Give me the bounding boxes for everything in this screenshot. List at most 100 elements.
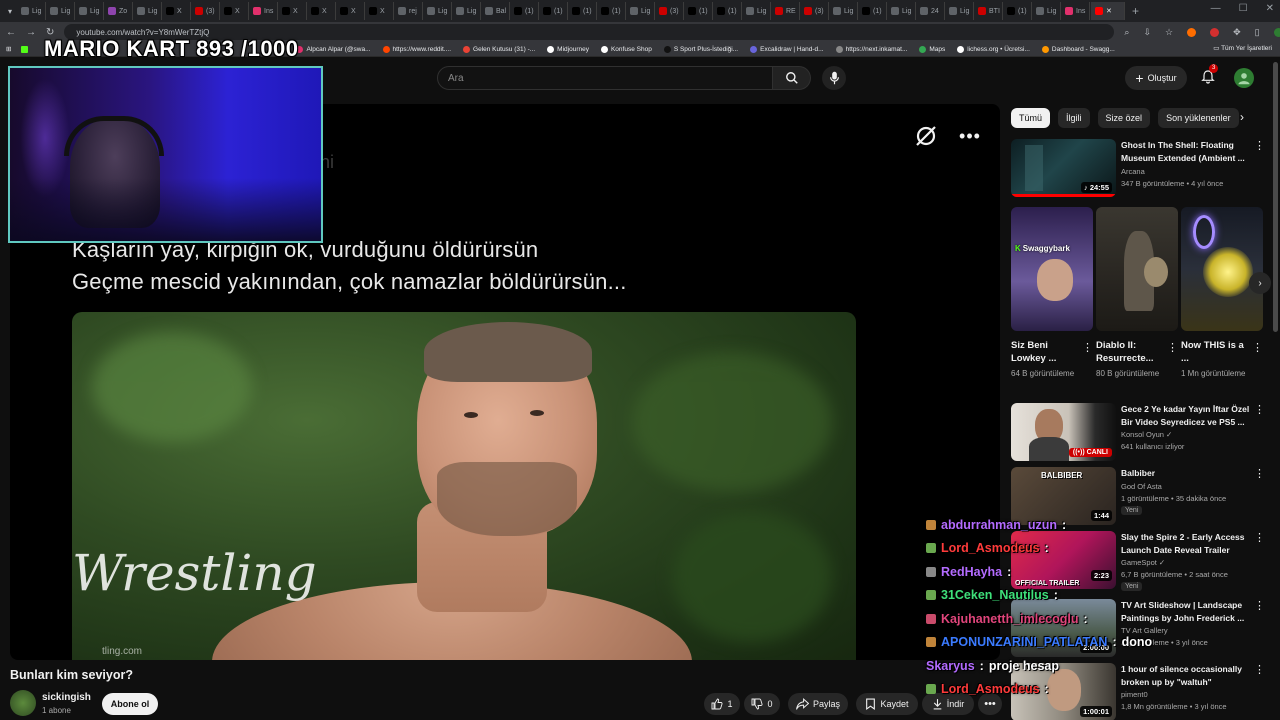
browser-tab[interactable]: rej xyxy=(394,2,423,20)
new-tab-button[interactable]: + xyxy=(1126,4,1145,18)
browser-tab[interactable]: Lig xyxy=(452,2,481,20)
browser-tab[interactable]: Zo xyxy=(104,2,133,20)
browser-tab[interactable]: Lig xyxy=(742,2,771,20)
extensions-puzzle-icon[interactable]: ✥ xyxy=(1233,27,1241,38)
video-title[interactable]: Ghost In The Shell: Floating Museum Exte… xyxy=(1121,139,1256,164)
more-options-icon[interactable]: ••• xyxy=(956,122,984,150)
extension-icon[interactable] xyxy=(1210,27,1220,37)
hide-icon[interactable] xyxy=(912,122,940,150)
browser-tab[interactable]: 24 xyxy=(916,2,945,20)
bookmark-item[interactable]: Konfuse Shop xyxy=(600,45,652,53)
tab-search-icon[interactable]: ▾ xyxy=(4,7,16,16)
short-title[interactable]: Now THIS is a ... xyxy=(1181,339,1247,365)
minimize-icon[interactable]: — xyxy=(1211,3,1221,14)
more-options-icon[interactable]: ⋮ xyxy=(1252,341,1263,354)
extension-icon[interactable] xyxy=(1187,27,1197,37)
browser-tab[interactable]: Lig xyxy=(626,2,655,20)
account-avatar[interactable] xyxy=(1234,68,1254,88)
browser-tab[interactable]: (1) xyxy=(684,2,713,20)
more-options-icon[interactable]: ⋮ xyxy=(1082,341,1093,354)
more-options-icon[interactable]: ⋮ xyxy=(1254,531,1265,544)
browser-tab[interactable]: (1) xyxy=(858,2,887,20)
dislike-button[interactable]: 0 xyxy=(744,693,780,715)
short-title[interactable]: Siz Beni Lowkey ... xyxy=(1011,339,1077,365)
bookmark-item[interactable]: Maps xyxy=(919,45,945,53)
bookmark-item[interactable]: Alpcan Alpar (@swa... xyxy=(296,45,371,53)
recommended-video[interactable]: ♪ 24:55 Ghost In The Shell: Floating Mus… xyxy=(1011,139,1271,201)
short-card[interactable]: Now THIS is a ... 1 Mn görüntüleme ⋮ xyxy=(1181,207,1263,380)
maximize-icon[interactable]: ☐ xyxy=(1239,3,1248,14)
bookmark-item[interactable]: S Sport Plus-İstediği... xyxy=(663,45,738,53)
browser-tab[interactable]: Lig xyxy=(46,2,75,20)
chip-all[interactable]: Tümü xyxy=(1011,108,1051,128)
short-card[interactable]: Diablo II: Resurrecte... 80 B görüntülem… xyxy=(1096,207,1178,380)
bookmark-star-icon[interactable]: ☆ xyxy=(1165,27,1173,38)
short-card[interactable]: K Swaggybark Siz Beni Lowkey ... 64 B gör… xyxy=(1011,207,1093,380)
browser-tab[interactable]: X xyxy=(220,2,249,20)
video-thumbnail[interactable]: ((•)) CANLI xyxy=(1011,403,1116,461)
browser-tab[interactable]: X xyxy=(336,2,365,20)
bookmark-item[interactable]: Dashboard - Swagg... xyxy=(1041,45,1115,53)
browser-tab[interactable]: X xyxy=(307,2,336,20)
browser-tab[interactable]: Lig xyxy=(75,2,104,20)
back-icon[interactable]: ← xyxy=(6,27,16,38)
browser-tab[interactable]: (3) xyxy=(655,2,684,20)
bookmark-item[interactable]: lichess.org • Ücretsi... xyxy=(957,45,1030,53)
search-input[interactable]: Ara xyxy=(437,66,773,90)
page-scrollbar[interactable] xyxy=(1273,62,1278,332)
chip-for-you[interactable]: Size özel xyxy=(1097,108,1151,128)
all-bookmarks[interactable]: ▭ Tüm Yer İşaretleri xyxy=(1213,44,1272,52)
browser-tab[interactable]: (3) xyxy=(191,2,220,20)
bookmark-item[interactable]: https://next.inkamat... xyxy=(835,45,907,53)
profile-icon[interactable] xyxy=(1273,27,1280,37)
more-options-icon[interactable]: ⋮ xyxy=(1167,341,1178,354)
more-options-icon[interactable]: ⋮ xyxy=(1254,663,1265,676)
zoom-icon[interactable]: ⌕ xyxy=(1124,27,1129,38)
channel-avatar[interactable] xyxy=(10,690,36,716)
subscribe-button[interactable]: Abone ol xyxy=(102,693,158,715)
apps-icon[interactable]: ⊞ xyxy=(6,45,11,53)
browser-tab[interactable]: X xyxy=(278,2,307,20)
browser-tab[interactable]: (1) xyxy=(713,2,742,20)
channel-name[interactable]: sickingish xyxy=(42,692,91,703)
browser-tab[interactable]: Lig xyxy=(423,2,452,20)
browser-tab[interactable]: (1) xyxy=(1003,2,1032,20)
save-button[interactable]: Kaydet xyxy=(856,693,918,715)
short-thumbnail[interactable]: K Swaggybark xyxy=(1011,207,1093,331)
browser-tab[interactable]: BTI xyxy=(974,2,1003,20)
search-button[interactable] xyxy=(773,66,811,90)
browser-tab[interactable]: X xyxy=(365,2,394,20)
video-title[interactable]: Balbiber xyxy=(1121,467,1256,480)
browser-tab[interactable]: Lig xyxy=(1032,2,1061,20)
forward-icon[interactable]: → xyxy=(26,27,36,38)
channel-name[interactable]: Konsol Oyun ✓ xyxy=(1121,430,1172,439)
chip-related[interactable]: İlgili xyxy=(1058,108,1090,128)
more-options-icon[interactable]: ⋮ xyxy=(1254,403,1265,416)
share-button[interactable]: Paylaş xyxy=(788,693,848,715)
browser-tab[interactable]: Lig xyxy=(945,2,974,20)
short-thumbnail[interactable] xyxy=(1181,207,1263,331)
video-title[interactable]: Gece 2 Ye kadar Yayın İftar Özel Bir Vid… xyxy=(1121,403,1256,428)
video-thumbnail[interactable]: ♪ 24:55 xyxy=(1011,139,1116,197)
bookmark-item[interactable]: Excalidraw | Hand-d... xyxy=(750,45,824,53)
browser-tab-active[interactable]: ✕ xyxy=(1091,2,1125,20)
more-options-icon[interactable]: ⋮ xyxy=(1254,467,1265,480)
bookmark-kick[interactable] xyxy=(21,45,29,53)
channel-name[interactable]: Arcana xyxy=(1121,167,1145,176)
like-button[interactable]: 1 xyxy=(704,693,740,715)
browser-tab[interactable]: (3) xyxy=(800,2,829,20)
short-thumbnail[interactable] xyxy=(1096,207,1178,331)
browser-tab[interactable]: RE xyxy=(771,2,800,20)
browser-tab[interactable]: Ins xyxy=(249,2,278,20)
browser-tab[interactable]: (1) xyxy=(568,2,597,20)
channel-name[interactable]: God Of Asta xyxy=(1121,482,1162,491)
short-title[interactable]: Diablo II: Resurrecte... xyxy=(1096,339,1162,365)
tab-close-icon[interactable]: ✕ xyxy=(1106,7,1112,15)
chips-next-icon[interactable]: › xyxy=(1240,110,1244,124)
install-icon[interactable]: ⇩ xyxy=(1143,27,1151,38)
browser-tab[interactable]: Lig xyxy=(17,2,46,20)
bookmark-item[interactable]: Midjourney xyxy=(547,45,589,53)
browser-tab[interactable]: X xyxy=(162,2,191,20)
bookmark-item[interactable]: https://www.reddit.... xyxy=(382,45,451,53)
browser-tab[interactable]: (1) xyxy=(597,2,626,20)
